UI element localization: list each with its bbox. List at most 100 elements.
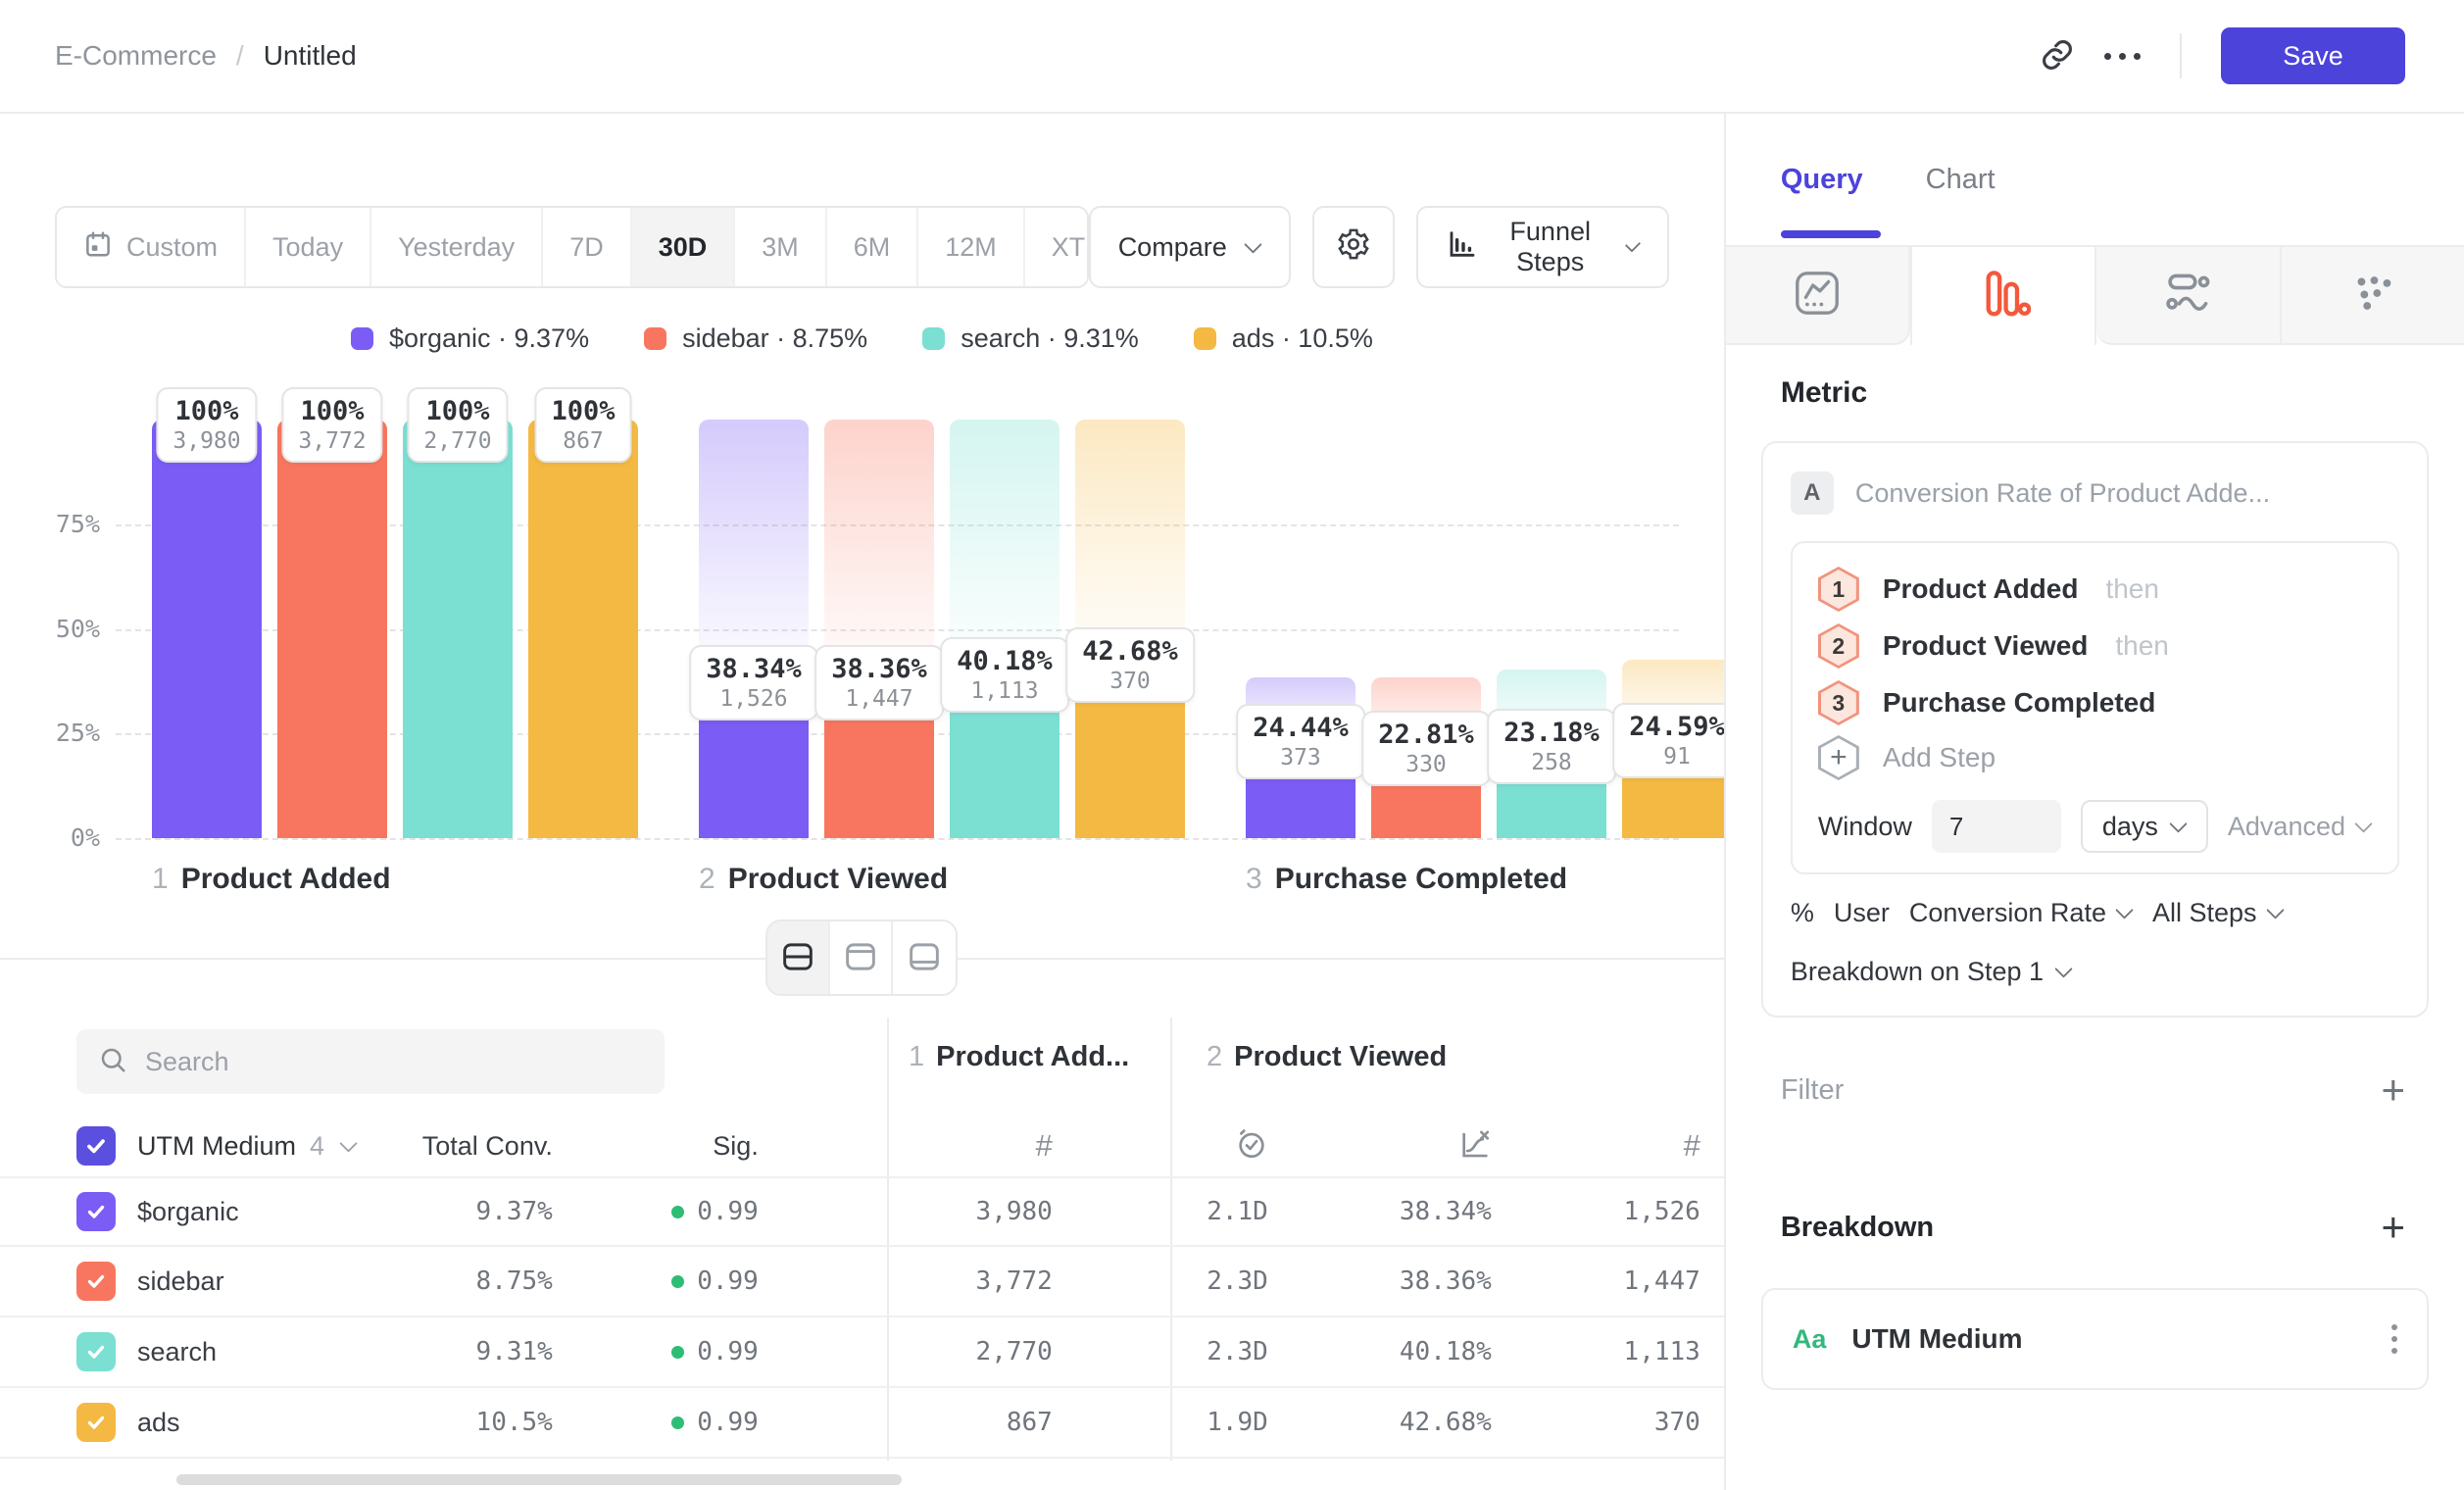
breakdown-section: Breakdown + xyxy=(1781,1210,2405,1245)
layout-toggle-top-panel-view[interactable] xyxy=(830,921,893,994)
step2-avgtime-header[interactable] xyxy=(1082,1116,1268,1176)
legend-item-search[interactable]: search · 9.31% xyxy=(922,323,1139,353)
metric-title-row[interactable]: A Conversion Rate of Product Adde... xyxy=(1791,471,2399,516)
range-today[interactable]: Today xyxy=(246,208,371,286)
range-12m[interactable]: 12M xyxy=(918,208,1025,286)
metric-step-1[interactable]: 1Product Addedthen xyxy=(1818,561,2372,618)
active-tab-underline xyxy=(1781,230,1881,238)
significance-cell: 0.99 xyxy=(563,1247,759,1316)
sig-header[interactable]: Sig. xyxy=(563,1116,759,1176)
share-link-button[interactable] xyxy=(2040,37,2075,75)
row-select[interactable]: sidebar xyxy=(76,1247,224,1316)
window-value-input[interactable] xyxy=(1932,800,2061,853)
row-name: sidebar xyxy=(137,1266,224,1297)
legend-item-sidebar[interactable]: sidebar · 8.75% xyxy=(644,323,867,353)
chart-type-dropdown[interactable]: Funnel Steps xyxy=(1416,206,1669,288)
breadcrumb-current[interactable]: Untitled xyxy=(264,40,357,72)
row-select[interactable]: $organic xyxy=(76,1178,239,1245)
add-step-button[interactable]: + Add Step xyxy=(1818,731,2372,784)
breadcrumb-root[interactable]: E-Commerce xyxy=(55,40,217,72)
range-custom[interactable]: Custom xyxy=(57,208,246,286)
range-yesterday[interactable]: Yesterday xyxy=(371,208,543,286)
measure-scope-dropdown[interactable]: All Steps xyxy=(2152,898,2284,928)
legend-item-organic[interactable]: $organic · 9.37% xyxy=(351,323,589,353)
step2-conversion-header[interactable] xyxy=(1296,1116,1492,1176)
tab-query[interactable]: Query xyxy=(1781,164,1863,196)
legend-label: $organic · 9.37% xyxy=(389,323,589,354)
range-3m[interactable]: 3M xyxy=(735,208,827,286)
range-30d[interactable]: 30D xyxy=(632,208,736,286)
metric-badge: A xyxy=(1791,472,1834,515)
step1-count-cell: 2,770 xyxy=(759,1317,1053,1386)
step2-avgtime-cell: 2.3D xyxy=(1082,1317,1268,1386)
layout-toggle-split-view[interactable] xyxy=(767,921,830,994)
measure-entity[interactable]: User xyxy=(1834,898,1890,928)
bar-conversion-pct: 24.44% xyxy=(1253,713,1349,743)
calendar-icon xyxy=(83,229,113,266)
funnel-bar-sidebar-step1[interactable] xyxy=(277,420,387,838)
add-filter-button[interactable]: + xyxy=(2381,1074,2405,1106)
metric-title: Conversion Rate of Product Adde... xyxy=(1855,478,2270,509)
chart-type-strip xyxy=(1726,245,2464,345)
step1-count-header[interactable]: # xyxy=(759,1116,1053,1176)
step2-conversion-cell: 40.18% xyxy=(1296,1317,1492,1386)
step-name: Product Viewed xyxy=(728,863,949,896)
legend-label: ads · 10.5% xyxy=(1232,323,1373,354)
bar-value-label: 24.44%373 xyxy=(1236,704,1365,779)
group-by-header[interactable]: UTM Medium 4 xyxy=(137,1116,357,1176)
date-range-control: CustomTodayYesterday7D30D3M6M12MXTD xyxy=(55,206,1089,288)
range-6m[interactable]: 6M xyxy=(827,208,919,286)
bar-count: 258 xyxy=(1503,750,1600,775)
search-input[interactable] xyxy=(145,1047,616,1077)
funnel-bar-search-step1[interactable] xyxy=(403,420,513,838)
bar-conversion-pct: 100% xyxy=(423,396,491,426)
legend-item-ads[interactable]: ads · 10.5% xyxy=(1194,323,1373,353)
layout-toggle-bottom-panel-view[interactable] xyxy=(893,921,956,994)
step2-conversion-cell: 38.36% xyxy=(1296,1247,1492,1316)
measure-metric-dropdown[interactable]: Conversion Rate xyxy=(1909,898,2133,928)
bar-value-label: 100%2,770 xyxy=(407,387,508,463)
funnel-steps-icon xyxy=(1446,228,1477,267)
breakdown-item[interactable]: Aa UTM Medium xyxy=(1761,1288,2429,1390)
metric-step-2[interactable]: 2Product Viewedthen xyxy=(1818,618,2372,674)
hash-icon: # xyxy=(1036,1128,1053,1164)
tab-chart[interactable]: Chart xyxy=(1926,164,1996,196)
horizontal-scrollbar[interactable] xyxy=(176,1474,902,1485)
window-unit-select[interactable]: days xyxy=(2081,800,2208,853)
select-all-checkbox[interactable] xyxy=(76,1116,116,1176)
chart-settings-button[interactable] xyxy=(1312,206,1395,288)
funnel-chart: 75%50%25%0%100%3,980100%3,772100%2,77010… xyxy=(0,353,1724,902)
chart-type-funnel-tab[interactable] xyxy=(1910,247,2096,345)
split-view-icon xyxy=(781,940,814,976)
metric-step-3[interactable]: 3Purchase Completed xyxy=(1818,674,2372,731)
header-actions: Save xyxy=(2040,27,2405,84)
step2-count-header[interactable]: # xyxy=(1514,1116,1700,1176)
advanced-toggle[interactable]: Advanced xyxy=(2228,812,2372,842)
compare-button[interactable]: Compare xyxy=(1089,206,1291,288)
chart-type-flow-tab[interactable] xyxy=(2096,247,2281,345)
range-7d[interactable]: 7D xyxy=(543,208,632,286)
total-conversion-cell: 10.5% xyxy=(337,1388,553,1457)
row-name: ads xyxy=(137,1408,180,1438)
bar-count: 370 xyxy=(1082,669,1178,694)
bar-count: 1,447 xyxy=(831,686,927,712)
more-menu-button[interactable] xyxy=(2104,53,2141,60)
chart-type-scatter-tab[interactable] xyxy=(2282,247,2464,345)
table-search xyxy=(76,1029,665,1094)
bar-count: 867 xyxy=(551,428,615,454)
panel-tabs: Query Chart xyxy=(1726,114,2464,245)
funnel-bar-organic-step1[interactable] xyxy=(152,420,262,838)
row-select[interactable]: ads xyxy=(76,1388,180,1457)
row-select[interactable]: search xyxy=(76,1317,217,1386)
bar-value-label: 22.81%330 xyxy=(1361,711,1491,786)
range-xtd[interactable]: XTD xyxy=(1025,208,1089,286)
flow-chart-icon xyxy=(2162,267,2215,324)
breakdown-on-step-dropdown[interactable]: Breakdown on Step 1 xyxy=(1791,955,2399,988)
funnel-bar-ads-step1[interactable] xyxy=(528,420,638,838)
save-button[interactable]: Save xyxy=(2221,27,2405,84)
add-breakdown-button[interactable]: + xyxy=(2381,1212,2405,1243)
total-conv-header[interactable]: Total Conv. xyxy=(337,1116,553,1176)
chart-type-line-tab[interactable] xyxy=(1726,247,1910,345)
hash-icon: # xyxy=(1684,1128,1700,1164)
kebab-menu-icon[interactable] xyxy=(2391,1324,2397,1354)
